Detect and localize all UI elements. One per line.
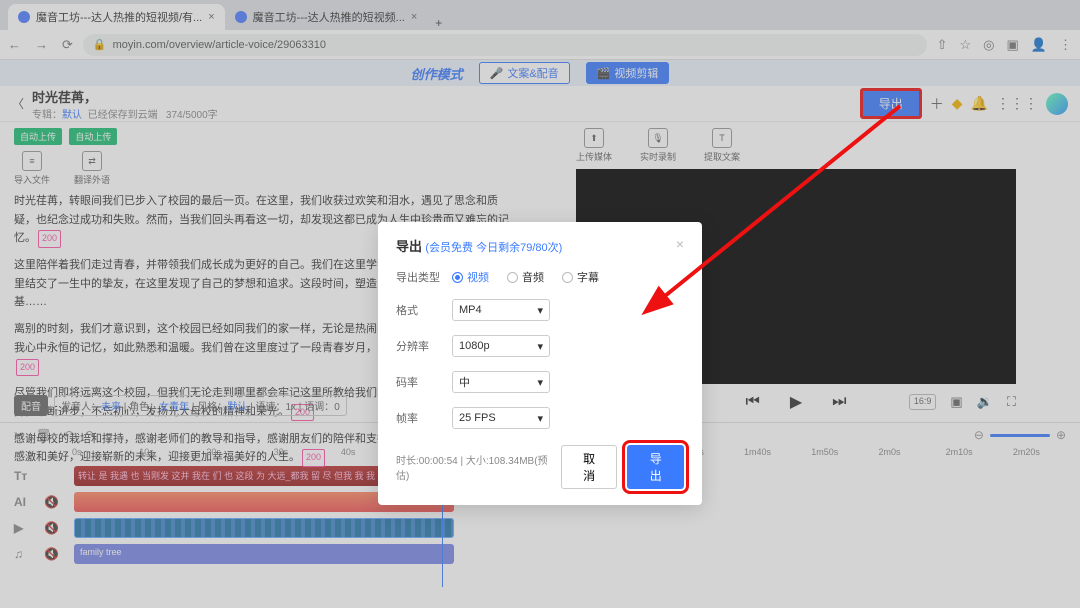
radio-audio[interactable]: 音频 — [507, 269, 544, 285]
nav-back-icon[interactable]: ← — [8, 37, 21, 53]
track-text-icon[interactable]: Tт — [14, 469, 36, 483]
close-icon[interactable]: × — [208, 11, 214, 23]
dialog-title: 导出 — [396, 239, 422, 254]
add-icon[interactable]: ＋ — [930, 94, 944, 114]
estimate-text: 时长:00:00:54 | 大小:108.34MB(预估) — [396, 452, 551, 482]
browser-tabstrip: 魔音工坊---达人热推的短视频/有... × 魔音工坊---达人热推的短视频..… — [0, 0, 1080, 30]
import-file-button[interactable]: ≡导入文件 — [14, 151, 50, 186]
fullscreen-icon[interactable]: ⛶ — [1007, 394, 1016, 410]
browser-toolbar: ← → ⟳ 🔒 moyin.com/overview/article-voice… — [0, 30, 1080, 60]
tag-auto-upload: 自动上传 — [14, 128, 62, 145]
browser-tab-active[interactable]: 魔音工坊---达人热推的短视频/有... × — [8, 4, 225, 30]
back-icon[interactable]: 〈 — [12, 95, 24, 112]
radio-video[interactable]: 视频 — [452, 269, 489, 285]
browser-tab[interactable]: 魔音工坊---达人热推的短视频... × — [225, 4, 428, 30]
tab-title: 魔音工坊---达人热推的短视频/有... — [36, 9, 202, 25]
close-icon[interactable]: × — [676, 236, 684, 252]
mute-icon[interactable]: 🔇 — [44, 495, 66, 509]
translate-button[interactable]: ⇄翻译外语 — [74, 151, 110, 186]
play-icon[interactable]: ▶ — [790, 392, 802, 412]
track-video[interactable] — [74, 518, 454, 538]
prev-icon[interactable]: ⏮ — [745, 393, 759, 411]
next-icon[interactable]: ⏭ — [832, 393, 846, 411]
zoom-in-icon[interactable]: ⊕ — [1056, 428, 1066, 442]
avatar[interactable] — [1046, 93, 1068, 115]
track-music[interactable]: family tree — [74, 544, 454, 564]
bitrate-select[interactable]: 中▾ — [452, 371, 550, 393]
doc-title: 时光荏苒， — [32, 87, 218, 106]
bookmark-icon[interactable]: ☆ — [960, 37, 972, 53]
mode-video-button[interactable]: 🎬 视频剪辑 — [586, 62, 670, 84]
profile-icon[interactable]: 👤 — [1031, 37, 1047, 53]
mode-banner: 创作模式 🎤 文案&配音 🎬 视频剪辑 — [0, 60, 1080, 86]
chip-speaker[interactable]: 配音 — [14, 395, 48, 416]
radio-subtitle[interactable]: 字幕 — [562, 269, 599, 285]
extract-text-button[interactable]: T提取文案 — [704, 128, 740, 163]
mode-text-button[interactable]: 🎤 文案&配音 — [479, 62, 570, 84]
favicon-icon — [235, 11, 247, 23]
format-select[interactable]: MP4▾ — [452, 299, 550, 321]
chevron-down-icon: ▾ — [537, 376, 543, 389]
nav-reload-icon[interactable]: ⟳ — [62, 37, 73, 53]
doc-header: 〈 时光荏苒， 专辑：默认 已经保存到云端 374/5000字 导出 ＋ ◆ 🔔… — [0, 86, 1080, 122]
favicon-icon — [18, 11, 30, 23]
export-dialog: × 导出 (会员免费 今日剩余79/80次) 导出类型 视频 音频 字幕 格式M… — [378, 222, 702, 505]
extension-icon[interactable]: ◎ — [983, 37, 994, 53]
mute-icon[interactable]: 🔇 — [44, 547, 66, 561]
record-button[interactable]: 🎙实时录制 — [640, 128, 676, 163]
capture-icon[interactable]: ▣ — [950, 394, 962, 410]
upload-media-button[interactable]: ⬆上传媒体 — [576, 128, 612, 163]
new-tab-button[interactable]: + — [427, 16, 450, 30]
export-button[interactable]: 导出 — [860, 88, 922, 119]
notification-icon[interactable]: 🔔 — [971, 95, 988, 112]
close-icon[interactable]: × — [411, 11, 417, 23]
url-text: moyin.com/overview/article-voice/2906331… — [113, 39, 326, 51]
track-music-icon[interactable]: ♫ — [14, 547, 36, 561]
vip-icon[interactable]: ◆ — [952, 95, 963, 112]
aspect-badge[interactable]: 16:9 — [909, 394, 937, 410]
zoom-slider[interactable] — [990, 434, 1050, 437]
menu-icon[interactable]: ⋮ — [1059, 37, 1072, 53]
apps-icon[interactable]: ⋮⋮⋮ — [996, 95, 1038, 112]
lock-icon: 🔒 — [93, 38, 107, 51]
zoom-out-icon[interactable]: ⊖ — [974, 428, 984, 442]
mute-icon[interactable]: 🔇 — [44, 521, 66, 535]
voice-params[interactable]: 发音人：未来 | 角色：女青年 | 风格：默认 | 语速：1x | 语调：0 — [54, 395, 347, 416]
nav-forward-icon[interactable]: → — [35, 37, 48, 53]
fps-select[interactable]: 25 FPS▾ — [452, 407, 550, 429]
volume-icon[interactable]: 🔉 — [977, 394, 993, 410]
type-label: 导出类型 — [396, 269, 452, 285]
track-video-icon[interactable]: ▶ — [14, 521, 36, 535]
chevron-down-icon: ▾ — [537, 304, 543, 317]
chevron-down-icon: ▾ — [537, 412, 543, 425]
cancel-button[interactable]: 取消 — [561, 445, 618, 489]
share-icon[interactable]: ⇧ — [937, 37, 948, 53]
track-ai-icon[interactable]: AI — [14, 495, 36, 509]
tab-title: 魔音工坊---达人热推的短视频... — [253, 9, 405, 25]
dialog-subtitle: (会员免费 今日剩余79/80次) — [425, 242, 562, 254]
chevron-down-icon: ▾ — [537, 340, 543, 353]
panel-icon[interactable]: ▣ — [1007, 37, 1019, 53]
address-bar[interactable]: 🔒 moyin.com/overview/article-voice/29063… — [83, 34, 927, 56]
confirm-export-button[interactable]: 导出 — [627, 445, 684, 489]
doc-subtitle: 专辑：默认 已经保存到云端 374/5000字 — [32, 106, 218, 121]
brand-label: 创作模式 — [411, 64, 463, 83]
tag-auto-upload: 自动上传 — [69, 128, 117, 145]
resolution-select[interactable]: 1080p▾ — [452, 335, 550, 357]
